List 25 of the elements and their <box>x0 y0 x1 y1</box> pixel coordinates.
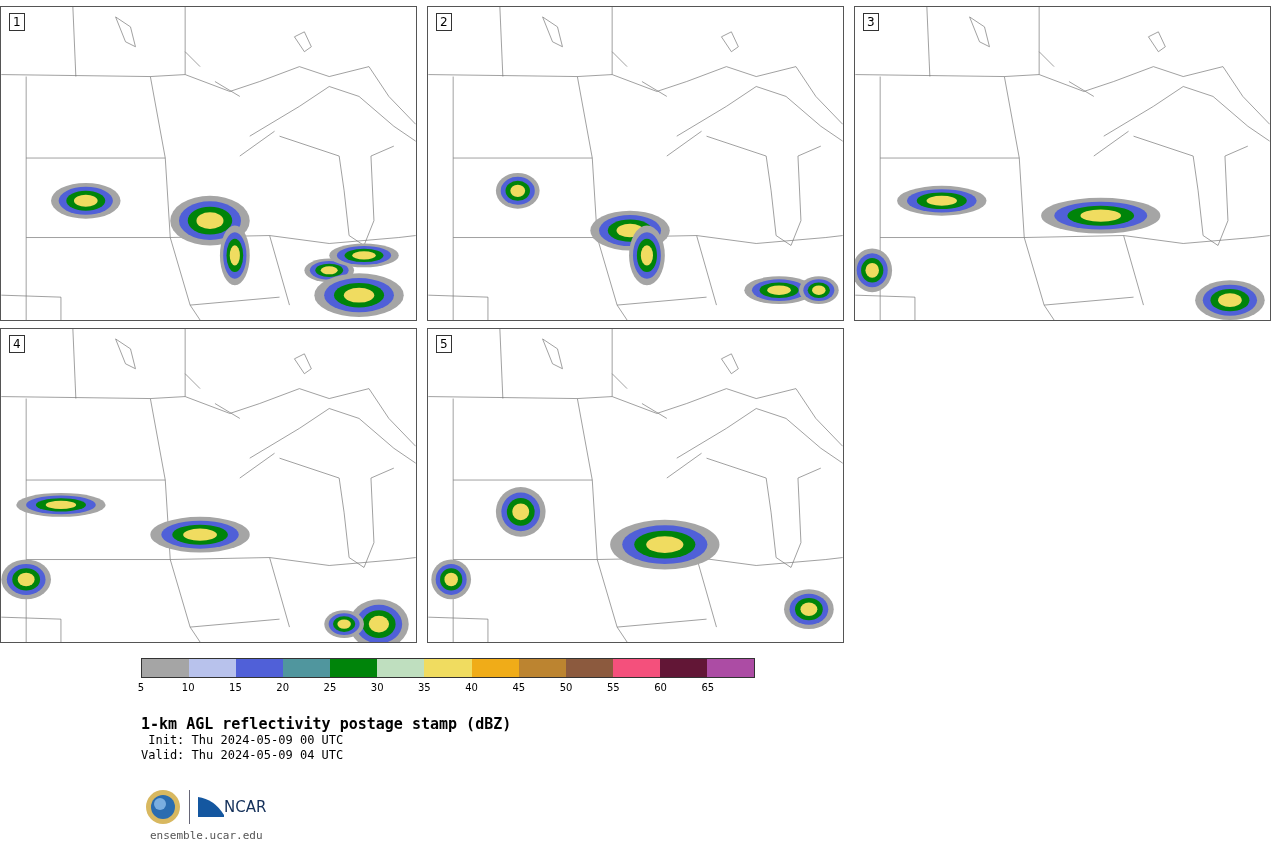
site-url: ensemble.ucar.edu <box>150 829 264 842</box>
colorbar-tick-label: 15 <box>229 682 242 693</box>
seal-logo-icon <box>145 789 181 825</box>
logo-text: NCAR <box>224 798 267 816</box>
chart-title: 1-km AGL reflectivity postage stamp (dBZ) <box>141 715 513 733</box>
colorbar-tick-label: 25 <box>323 682 337 693</box>
panel-number: 1 <box>9 13 25 31</box>
panel-number: 5 <box>436 335 452 353</box>
ncar-logo-icon <box>198 797 224 817</box>
colorbar-tick-label: 35 <box>418 682 431 693</box>
colorbar-tick-label: 55 <box>606 682 620 693</box>
panel-number: 2 <box>436 13 452 31</box>
panel-number: 4 <box>9 335 25 353</box>
init-time: Init: Thu 2024-05-09 00 UTC <box>147 733 345 748</box>
colorbar-tick-label: 50 <box>559 682 573 693</box>
colorbar-tick-label: 20 <box>276 682 290 693</box>
valid-time: Valid: Thu 2024-05-09 04 UTC <box>141 748 345 763</box>
colorbar-tick-label: 10 <box>181 682 195 693</box>
panel-number: 3 <box>863 13 879 31</box>
colorbar-tick-label: 30 <box>370 682 384 693</box>
colorbar-tick-label: 40 <box>465 682 478 693</box>
colorbar-tick-label: 45 <box>512 682 526 693</box>
colorbar-tick-label: 60 <box>654 682 667 693</box>
colorbar-tick-label: 65 <box>701 682 715 693</box>
colorbar-tick-label: 5 <box>137 682 145 693</box>
